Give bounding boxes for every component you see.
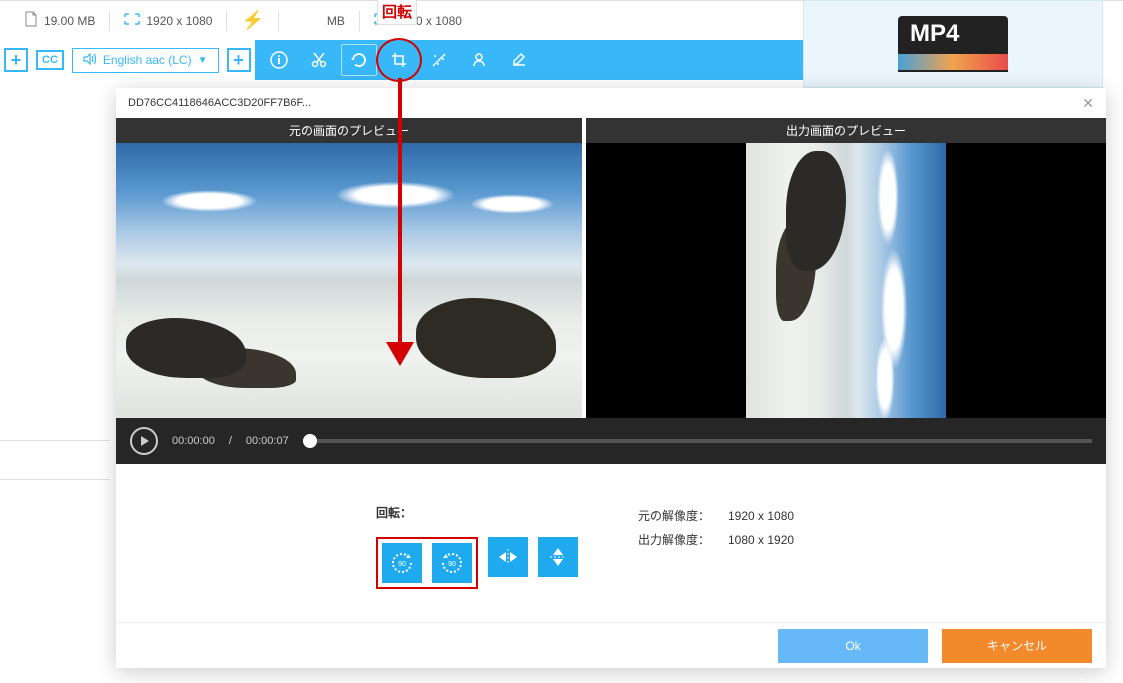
- preview-original-label: 元の画面のプレビュー: [116, 118, 582, 143]
- rotate-button[interactable]: [341, 44, 377, 76]
- format-sidebar: MP4: [803, 0, 1103, 88]
- speaker-icon: [83, 53, 97, 68]
- res-output-label: 出力解像度：: [638, 528, 728, 552]
- subtitle-button[interactable]: CC: [36, 50, 64, 70]
- list-row-stub: [0, 440, 110, 480]
- effects-button[interactable]: [421, 44, 457, 76]
- add-button-left[interactable]: +: [4, 48, 28, 72]
- dialog-title-text: DD76CC4118646ACC3D20FF7B6F...: [128, 97, 311, 109]
- flip-vertical-button[interactable]: [538, 537, 578, 577]
- file-size-2: MB: [279, 14, 359, 28]
- preview-row: 元の画面のプレビュー 出力画面のプレビュー: [116, 118, 1106, 418]
- dimensions-1-value: 1920 x 1080: [146, 14, 212, 28]
- svg-text:90: 90: [448, 561, 456, 568]
- subtitle-edit-button[interactable]: [501, 44, 537, 76]
- rotate-dialog: DD76CC4118646ACC3D20FF7B6F... ✕ 元の画面のプレビ…: [116, 88, 1106, 668]
- cut-button[interactable]: [301, 44, 337, 76]
- rotate-ccw-button[interactable]: 90: [382, 543, 422, 583]
- caret-down-icon: ▼: [198, 55, 208, 66]
- time-current: 00:00:00: [172, 435, 215, 447]
- file-icon: [24, 11, 38, 30]
- ok-button[interactable]: Ok: [778, 629, 928, 663]
- file-size-1: 19.00 MB: [10, 11, 109, 30]
- rotate-section-label: 回転：: [376, 504, 578, 521]
- callout-arrow-line: [398, 78, 402, 348]
- info-button[interactable]: [261, 44, 297, 76]
- dimensions-1: 1920 x 1080: [110, 13, 226, 28]
- res-original-value: 1920 x 1080: [728, 509, 794, 523]
- mp4-badge: MP4: [898, 16, 1008, 52]
- play-button[interactable]: [130, 427, 158, 455]
- callout-rotate-label: 回転: [377, 0, 417, 25]
- svg-text:90: 90: [398, 561, 406, 568]
- close-icon[interactable]: ✕: [1082, 95, 1094, 112]
- rotate-cw-button[interactable]: 90: [432, 543, 472, 583]
- cancel-button[interactable]: キャンセル: [942, 629, 1092, 663]
- seek-thumb[interactable]: [303, 434, 317, 448]
- crop-button[interactable]: [381, 44, 417, 76]
- add-button-right[interactable]: +: [227, 48, 251, 72]
- dialog-footer: Ok キャンセル: [116, 622, 1106, 668]
- file-size-1-value: 19.00 MB: [44, 14, 95, 28]
- resolution-info: 元の解像度：1920 x 1080 出力解像度：1080 x 1920: [638, 504, 794, 552]
- audio-track-select[interactable]: English aac (LC) ▼: [72, 48, 219, 73]
- rotate-highlight-box: 90 90: [376, 537, 478, 589]
- seek-track[interactable]: [303, 439, 1092, 443]
- bolt-icon: ⚡: [241, 10, 263, 31]
- time-total: 00:00:07: [246, 435, 289, 447]
- flip-horizontal-button[interactable]: [488, 537, 528, 577]
- playback-bar: 00:00:00 / 00:00:07: [116, 418, 1106, 464]
- preview-output-label: 出力画面のプレビュー: [586, 118, 1106, 143]
- rotate-controls: 回転： 90 90 元の解像度：1920 x 108: [116, 464, 1106, 622]
- preview-original: 元の画面のプレビュー: [116, 118, 582, 418]
- audio-track-label: English aac (LC): [103, 53, 192, 67]
- callout-arrow-head: [386, 342, 414, 366]
- res-original-label: 元の解像度：: [638, 504, 728, 528]
- filmstrip-icon: [898, 52, 1008, 72]
- bolt-indicator: ⚡: [227, 10, 277, 31]
- dimensions-icon: [124, 13, 140, 28]
- preview-output: 出力画面のプレビュー: [586, 118, 1106, 418]
- res-output-value: 1080 x 1920: [728, 533, 794, 547]
- file-size-2-suffix: MB: [327, 14, 345, 28]
- watermark-button[interactable]: [461, 44, 497, 76]
- dialog-titlebar: DD76CC4118646ACC3D20FF7B6F... ✕: [116, 88, 1106, 118]
